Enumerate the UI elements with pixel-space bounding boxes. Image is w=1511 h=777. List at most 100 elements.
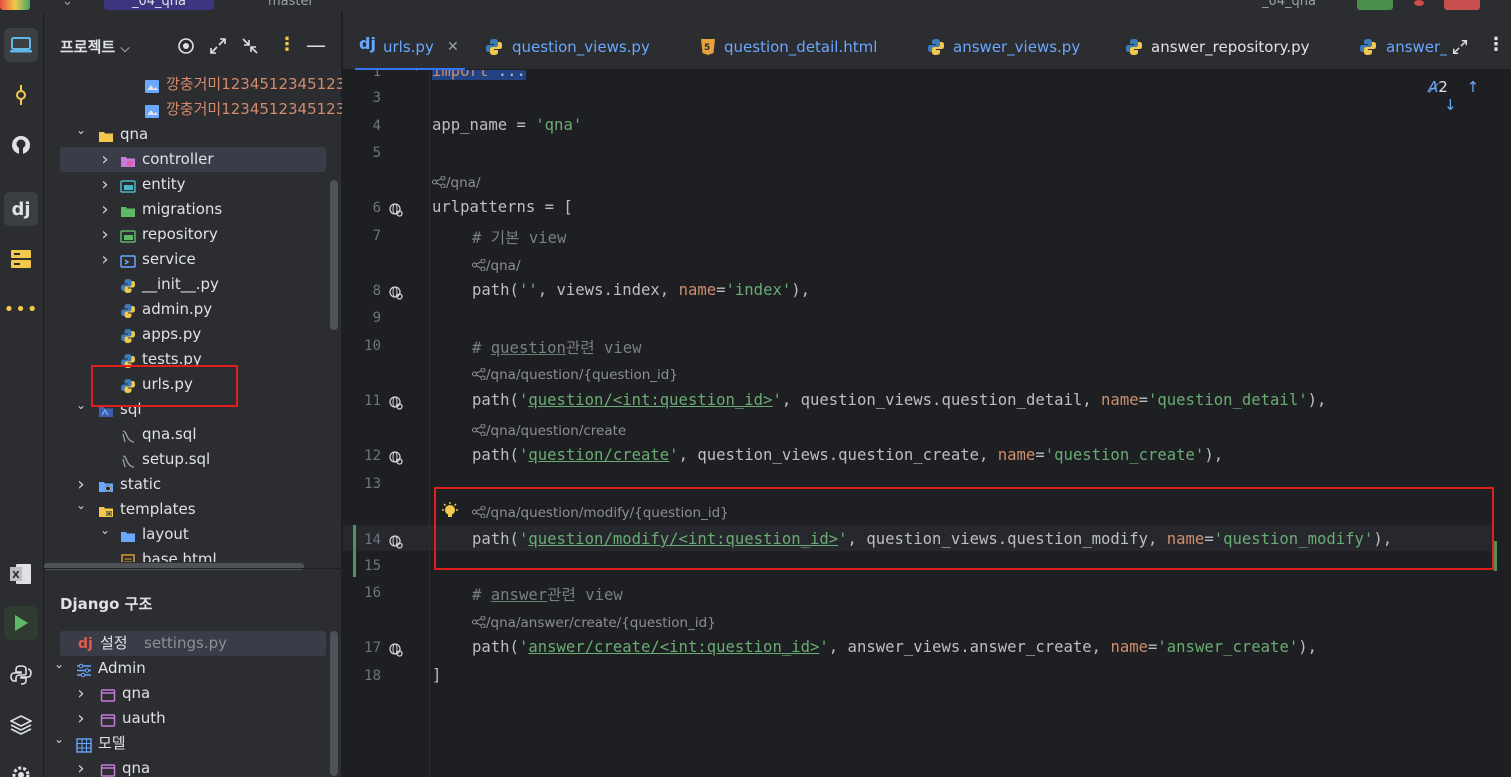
inspections-widget[interactable]: A̷2 ↑ ↓: [1428, 78, 1511, 114]
settings-icon[interactable]: [4, 758, 38, 777]
tree-item[interactable]: ⌄ qna: [44, 122, 326, 147]
endpoint-icon[interactable]: [389, 642, 403, 657]
chevron-right-icon[interactable]: ›: [98, 197, 112, 222]
run-button[interactable]: [1357, 0, 1393, 10]
code-line[interactable]: path('', views.index, name='index'),: [472, 281, 810, 299]
endpoint-icon[interactable]: [389, 202, 403, 217]
code-line[interactable]: # question관련 view: [472, 336, 642, 358]
chevron-right-icon[interactable]: ›: [74, 681, 88, 706]
prev-issue-icon[interactable]: ↑: [1467, 78, 1480, 96]
code-line[interactable]: app_name = 'qna': [432, 116, 582, 134]
tree-item[interactable]: › controller: [60, 147, 326, 172]
run-icon[interactable]: [4, 606, 38, 640]
commit-icon[interactable]: [4, 78, 38, 112]
code-line[interactable]: path('question/<int:question_id>', quest…: [472, 391, 1326, 409]
code-line[interactable]: import ...: [432, 70, 526, 80]
project-panel-title[interactable]: 프로젝트 ⌵: [60, 36, 130, 57]
url-hint[interactable]: /qna/answer/create/{question_id}: [472, 615, 716, 631]
tree-item[interactable]: 깡충거미123451234512345: [44, 72, 342, 97]
run-config[interactable]: _04_qna: [1262, 0, 1316, 9]
chevron-down-icon[interactable]: ⌄: [74, 493, 88, 518]
chevron-down-icon[interactable]: ⌄: [52, 727, 66, 752]
python-console-icon[interactable]: [4, 658, 38, 692]
locate-icon[interactable]: [176, 36, 196, 56]
tree-item[interactable]: ⌄ layout: [44, 522, 326, 547]
collapse-all-icon[interactable]: [240, 36, 260, 56]
svg-text:5: 5: [704, 43, 710, 53]
django-tree-item[interactable]: › qna: [44, 681, 326, 706]
tree-item[interactable]: › migrations: [44, 197, 326, 222]
chevron-down-icon[interactable]: ⌄: [98, 518, 112, 543]
django-tree-item[interactable]: › uauth: [44, 706, 326, 731]
tree-item[interactable]: qna.sql: [44, 422, 326, 447]
fold-icon[interactable]: ›: [415, 70, 421, 76]
tab-options-icon[interactable]: ⋮: [1487, 34, 1505, 55]
chevron-right-icon[interactable]: ›: [98, 172, 112, 197]
code-line[interactable]: path('question/create', question_views.q…: [472, 446, 1223, 464]
tab-question-views[interactable]: question_views.py: [485, 12, 655, 70]
endpoint-icon[interactable]: [389, 450, 403, 465]
next-issue-icon[interactable]: ↓: [1444, 96, 1457, 114]
chevron-right-icon[interactable]: ›: [74, 756, 88, 777]
django-icon[interactable]: dj: [4, 192, 38, 226]
menu-chevron-icon[interactable]: ⌄: [62, 0, 73, 9]
code-line[interactable]: # answer관련 view: [472, 583, 623, 605]
chevron-down-icon[interactable]: ⌄: [74, 118, 88, 143]
django-tree-item[interactable]: ⌄ 모델: [44, 731, 326, 756]
tree-item[interactable]: › service: [44, 247, 326, 272]
endpoint-icon[interactable]: [389, 395, 403, 410]
expand-all-icon[interactable]: [208, 36, 228, 56]
options-icon[interactable]: ⋮: [278, 36, 298, 56]
database-icon[interactable]: [4, 242, 38, 276]
hide-icon[interactable]: —: [306, 35, 326, 56]
tree-item-label: 깡충거미123451234512345: [166, 100, 342, 118]
tree-item[interactable]: setup.sql: [44, 447, 326, 472]
tab-question-detail[interactable]: 5 question_detail.html: [699, 12, 899, 70]
chevron-right-icon[interactable]: ›: [98, 147, 112, 172]
tree-item[interactable]: apps.py: [44, 322, 326, 347]
chevron-right-icon[interactable]: ›: [98, 247, 112, 272]
excel-icon[interactable]: X: [4, 557, 38, 591]
chevron-down-icon[interactable]: ⌄: [52, 652, 66, 677]
chevron-down-icon[interactable]: ⌵: [120, 41, 129, 55]
python-icon: [120, 302, 136, 318]
tree-item[interactable]: › repository: [44, 222, 326, 247]
tree-item[interactable]: admin.py: [44, 297, 326, 322]
django-scrollbar[interactable]: [330, 631, 338, 776]
django-tree-item[interactable]: dj 설정 settings.py: [60, 631, 326, 656]
tab-urls-py[interactable]: dj urls.py ✕: [355, 12, 465, 70]
url-hint[interactable]: /qna/: [472, 258, 521, 274]
stop-button[interactable]: [1444, 0, 1480, 10]
tab-answer-views[interactable]: answer_views.py: [927, 12, 1087, 70]
code-editor[interactable]: A̷2 ↑ ↓ 1 › import ... 3 4 app_name = 'qna' 5 /…: [343, 70, 1511, 777]
django-tree-item[interactable]: › qna: [44, 756, 326, 777]
layers-icon[interactable]: [4, 708, 38, 742]
url-hint[interactable]: /qna/question/{question_id}: [472, 367, 678, 383]
tab-answer-more[interactable]: answer_: [1359, 12, 1447, 70]
chevron-down-icon[interactable]: ⌄: [74, 393, 88, 418]
code-line[interactable]: path('answer/create/<int:question_id>', …: [472, 638, 1317, 656]
code-line[interactable]: ]: [432, 666, 441, 684]
tree-item[interactable]: ⌄ templates: [44, 497, 326, 522]
django-tree-item[interactable]: ⌄ Admin: [44, 656, 326, 681]
url-hint[interactable]: /qna/: [432, 175, 481, 191]
stop-dot[interactable]: [1414, 0, 1424, 6]
project-icon[interactable]: [4, 28, 38, 62]
tree-item[interactable]: base.html: [44, 547, 326, 562]
tree-scrollbar[interactable]: [330, 180, 338, 330]
github-icon[interactable]: [4, 128, 38, 162]
endpoint-icon[interactable]: [389, 285, 403, 300]
code-line[interactable]: urlpatterns = [: [432, 198, 573, 216]
maximize-icon[interactable]: [1451, 38, 1469, 56]
tree-item[interactable]: __init__.py: [44, 272, 326, 297]
more-icon[interactable]: •••: [4, 292, 38, 326]
chevron-right-icon[interactable]: ›: [74, 706, 88, 731]
chevron-right-icon[interactable]: ›: [98, 222, 112, 247]
tab-answer-repository[interactable]: answer_repository.py: [1125, 12, 1315, 70]
code-line[interactable]: # 기본 view: [472, 226, 566, 248]
project-widget[interactable]: _04_qna: [104, 0, 214, 10]
tree-item[interactable]: › entity: [44, 172, 326, 197]
branch-name[interactable]: master: [268, 0, 314, 9]
endpoint-icon[interactable]: [389, 534, 403, 549]
url-hint[interactable]: /qna/question/create: [472, 423, 626, 439]
